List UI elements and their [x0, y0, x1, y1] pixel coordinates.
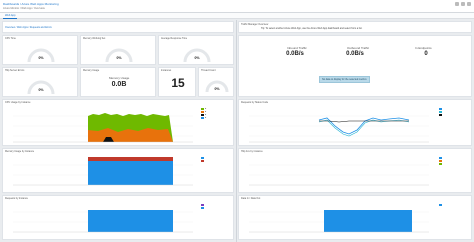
- requests-legend: [201, 204, 221, 210]
- chart-title: Requests by Status Code: [241, 101, 269, 104]
- gauge-dial: [205, 80, 229, 93]
- memory-value: 0.0B: [111, 81, 127, 88]
- gauge-value: 0%: [214, 87, 220, 91]
- gauge-title: Http Server Errors: [5, 69, 25, 72]
- inbound-value: 0.0B/s: [286, 51, 304, 57]
- breadcrumb-sub: Azure Monitor / Web App / Overview: [3, 7, 45, 10]
- gauge-dial: [27, 48, 55, 63]
- gauge-title: Average Response Time: [161, 37, 188, 40]
- http4xx-chart-panel: Http 4xx by Instance: [238, 148, 472, 193]
- gauge-value: 0%: [116, 56, 122, 60]
- app-link[interactable]: Overview / Web Apps / Requests and Error…: [5, 26, 52, 29]
- gauge-panel-errors: Http Server Errors 0%: [2, 67, 78, 97]
- gauge-panel-response: Average Response Time 0%: [158, 35, 234, 65]
- memory-area-chart: [13, 157, 193, 186]
- http4xx-legend: [439, 157, 459, 166]
- outbound-title: Outbound Traffic: [347, 46, 370, 50]
- data-io-legend: [439, 204, 459, 207]
- right-intro-text: Tip: To select another Azure Web App, us…: [261, 27, 363, 30]
- settings-icon[interactable]: [467, 2, 471, 6]
- memory-legend: [201, 157, 221, 163]
- share-icon[interactable]: [455, 2, 459, 6]
- right-intro-panel: Traffic Manager Overview Tip: To select …: [238, 21, 472, 33]
- gauge-title: CPU Time: [5, 37, 16, 40]
- gauge-dial: [183, 48, 211, 63]
- instance-count-panel: Instances 15: [158, 67, 196, 97]
- cpu-area-chart: [13, 113, 193, 143]
- gauge-dial: [27, 80, 55, 95]
- tab-web-app[interactable]: Web App: [3, 13, 18, 19]
- refresh-icon[interactable]: [461, 2, 465, 6]
- memory-usage-panel: Memory Usage Memory Usage 0.0B: [80, 67, 156, 97]
- inbound-title: Inbound Traffic: [287, 46, 307, 50]
- gauge-panel-threads: Thread Count 0%: [198, 67, 234, 97]
- gauge-panel-memory: Memory Working Set 0%: [80, 35, 156, 65]
- endpoints-value: 0: [424, 51, 428, 57]
- memory-chart-panel: Memory Usage by Instance: [2, 148, 234, 193]
- toolbar: [455, 2, 471, 6]
- http4xx-chart: [249, 164, 429, 186]
- breadcrumb[interactable]: Dashboards / Azure Web Apps Monitoring: [3, 2, 59, 6]
- gauge-dial: [105, 48, 133, 63]
- chart-title: Http 4xx by Instance: [241, 150, 263, 153]
- count-title: Instances: [161, 69, 172, 72]
- data-io-area-chart: [249, 210, 429, 233]
- traffic-stats-panel: Inbound Traffic 0.0B/s Outbound Traffic …: [238, 35, 472, 97]
- section-divider: [236, 20, 237, 242]
- count-value: 15: [171, 76, 185, 90]
- gauge-panel-cpu: CPU Time 0%: [2, 35, 78, 65]
- right-header: Traffic Manager Overview: [241, 23, 269, 26]
- requests-chart-panel: Requests by Instance: [2, 195, 234, 240]
- cpu-chart-panel: CPU Usage by Instance ■ ■ ■ ■: [2, 99, 234, 146]
- gauge-value: 0%: [194, 56, 200, 60]
- intro-panel: Overview / Web Apps / Requests and Error…: [2, 21, 234, 33]
- chart-title: CPU Usage by Instance: [5, 101, 31, 104]
- cpu-legend: ■ ■ ■ ■: [201, 108, 221, 120]
- gauge-title: Memory Working Set: [83, 37, 106, 40]
- chart-title: Data In / Data Out: [241, 197, 261, 200]
- requests-area-chart: [13, 210, 193, 233]
- no-data-notice: No data to display for the selected metr…: [319, 76, 370, 83]
- gauge-title: Thread Count: [201, 69, 216, 72]
- top-bar: Dashboards / Azure Web Apps Monitoring A…: [0, 0, 474, 13]
- data-io-chart-panel: Data In / Data Out: [238, 195, 472, 240]
- outbound-value: 0.0B/s: [346, 51, 364, 57]
- memory-title: Memory Usage: [83, 69, 100, 72]
- gauge-value: 0%: [38, 88, 44, 92]
- status-code-chart-panel: Requests by Status Code: [238, 99, 472, 146]
- status-line-chart: [249, 115, 429, 143]
- memory-sub: Memory Usage: [109, 76, 130, 80]
- tab-row: Web App: [0, 13, 474, 19]
- gauge-value: 0%: [38, 56, 44, 60]
- endpoints-title: In Endpoints: [415, 46, 432, 50]
- status-legend: [439, 108, 459, 117]
- chart-title: Requests by Instance: [5, 197, 28, 200]
- chart-title: Memory Usage by Instance: [5, 150, 35, 153]
